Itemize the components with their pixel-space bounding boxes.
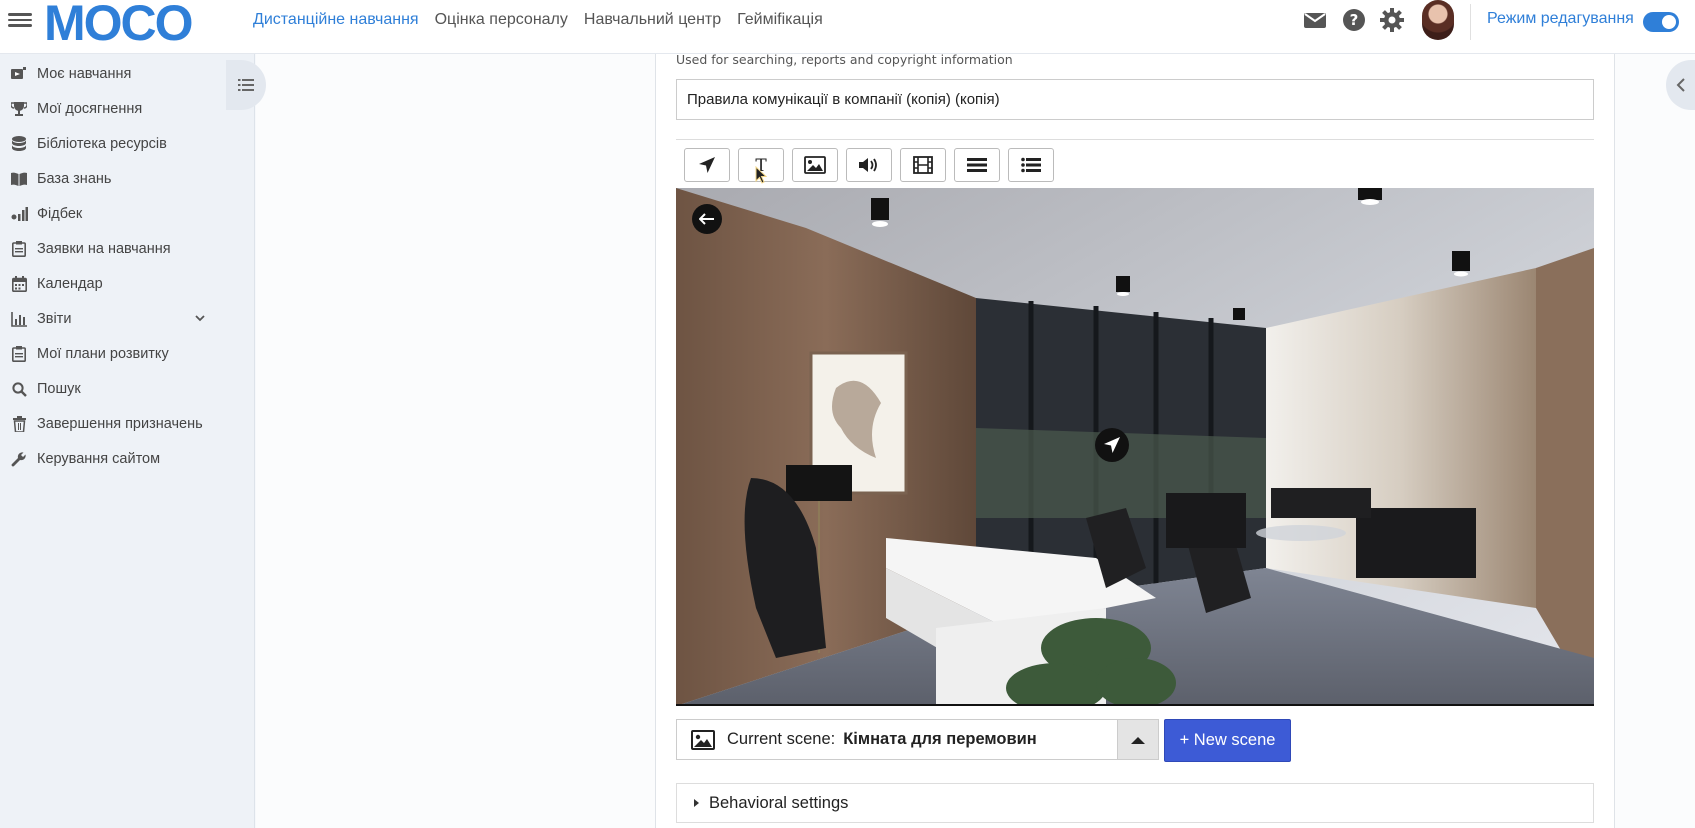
sidebar-item-reports[interactable]: Звіти [10, 307, 250, 331]
trash-icon [10, 415, 28, 433]
svg-text:?: ? [1350, 11, 1359, 29]
sidebar-item-search[interactable]: Пошук [10, 377, 250, 401]
current-scene-label: Current scene: [727, 730, 836, 748]
sidebar-item-knowledge-base[interactable]: База знань [10, 167, 250, 191]
audio-icon [859, 158, 877, 172]
image-tool-button[interactable] [792, 148, 838, 182]
sidebar-item-label: Мої плани розвитку [37, 346, 169, 362]
navigation-hotspot[interactable] [1095, 428, 1129, 462]
sidebar-item-label: Завершення призначень [37, 416, 203, 432]
wrench-icon [10, 450, 28, 468]
behavioral-settings-toggle[interactable]: Behavioral settings [676, 783, 1594, 823]
question-list-tool-button[interactable] [1008, 148, 1054, 182]
calendar-icon [10, 275, 28, 293]
sidebar-item-development-plans[interactable]: Мої плани розвитку [10, 342, 250, 366]
help-icon[interactable]: ? [1342, 8, 1366, 32]
nav-training-center[interactable]: Навчальний центр [584, 11, 721, 29]
nav-staff-evaluation[interactable]: Оцінка персоналу [435, 11, 568, 29]
sidebar-item-resource-library[interactable]: Бібліотека ресурсів [10, 132, 250, 156]
video-tool-button[interactable] [900, 148, 946, 182]
clipboard-icon [10, 345, 28, 363]
sidebar-item-training-requests[interactable]: Заявки на навчання [10, 237, 250, 261]
caret-up-icon [1131, 736, 1145, 744]
navigate-icon [699, 157, 715, 173]
scene-list-toggle[interactable] [1117, 720, 1158, 759]
divider [676, 139, 1594, 140]
sidebar-item-label: Пошук [37, 381, 81, 397]
help-text: Used for searching, reports and copyrigh… [676, 52, 1013, 67]
navigation-tool-button[interactable] [684, 148, 730, 182]
current-scene-name: Кімната для перемовин [843, 730, 1037, 748]
cursor-icon [755, 166, 767, 184]
sidebar-item-achievements[interactable]: Мої досягнення [10, 97, 250, 121]
scene-image[interactable] [676, 188, 1594, 706]
sidebar-item-assignment-completion[interactable]: Завершення призначень [10, 412, 250, 436]
arrow-left-icon [699, 213, 714, 225]
top-bar: MOCO Дистанційне навчання Оцінка персона… [0, 0, 1695, 54]
nav-gamification[interactable]: Геймifікація [737, 11, 823, 29]
feedback-icon [10, 205, 28, 223]
database-icon [10, 135, 28, 153]
edit-mode-toggle[interactable] [1643, 12, 1679, 32]
clipboard-icon [10, 240, 28, 258]
behavioral-settings-label: Behavioral settings [709, 793, 849, 812]
logo[interactable]: MOCO [44, 0, 194, 52]
sidebar-item-label: Моє навчання [37, 66, 132, 82]
image-icon [691, 729, 715, 750]
title-input[interactable] [676, 79, 1594, 120]
list-icon [967, 158, 987, 172]
film-icon [913, 156, 933, 174]
book-icon [10, 170, 28, 188]
trophy-icon [10, 100, 28, 118]
sidebar-item-label: Звіти [37, 311, 72, 327]
hamburger-icon[interactable] [8, 10, 32, 30]
current-scene-selector[interactable]: Current scene: Кімната для перемовин [676, 719, 1159, 760]
office-scene-image [676, 188, 1594, 704]
sidebar-item-calendar[interactable]: Календар [10, 272, 250, 296]
sidebar-item-label: Керування сайтом [37, 451, 161, 467]
audio-tool-button[interactable] [846, 148, 892, 182]
navigate-icon [1104, 437, 1120, 453]
sidebar-item-label: Бібліотека ресурсів [37, 136, 167, 152]
list-tool-button[interactable] [954, 148, 1000, 182]
chevron-down-icon[interactable] [194, 312, 206, 324]
sidebar-item-my-learning[interactable]: Моє навчання [10, 62, 250, 86]
sidebar-item-label: База знань [37, 171, 112, 187]
video-icon [10, 65, 28, 83]
nav-distance-learning[interactable]: Дистанційне навчання [253, 11, 419, 29]
mail-icon[interactable] [1303, 8, 1327, 32]
chevron-left-icon [1676, 78, 1685, 92]
divider [1470, 4, 1471, 40]
image-icon [804, 156, 826, 174]
caret-right-icon [694, 799, 699, 807]
numbered-list-icon [1021, 157, 1041, 173]
sidebar: Моє навчання Мої досягнення Бібліотека р… [0, 54, 255, 828]
sidebar-item-feedback[interactable]: Фідбек [10, 202, 250, 226]
avatar[interactable] [1422, 0, 1454, 40]
sidebar-item-site-management[interactable]: Керування сайтом [10, 447, 250, 471]
sidebar-item-label: Календар [37, 276, 103, 292]
sidebar-item-label: Мої досягнення [37, 101, 143, 117]
search-icon [10, 380, 28, 398]
sidebar-item-label: Заявки на навчання [37, 241, 171, 257]
edit-mode-label: Режим редагування [1487, 10, 1634, 27]
main-nav: Дистанційне навчання Оцінка персоналу На… [253, 11, 839, 29]
new-scene-button[interactable]: + New scene [1164, 719, 1291, 762]
chart-icon [10, 310, 28, 328]
list-icon [238, 79, 254, 91]
gear-icon[interactable] [1380, 8, 1404, 32]
back-arrow-button[interactable] [692, 204, 722, 234]
sidebar-item-label: Фідбек [37, 206, 83, 222]
